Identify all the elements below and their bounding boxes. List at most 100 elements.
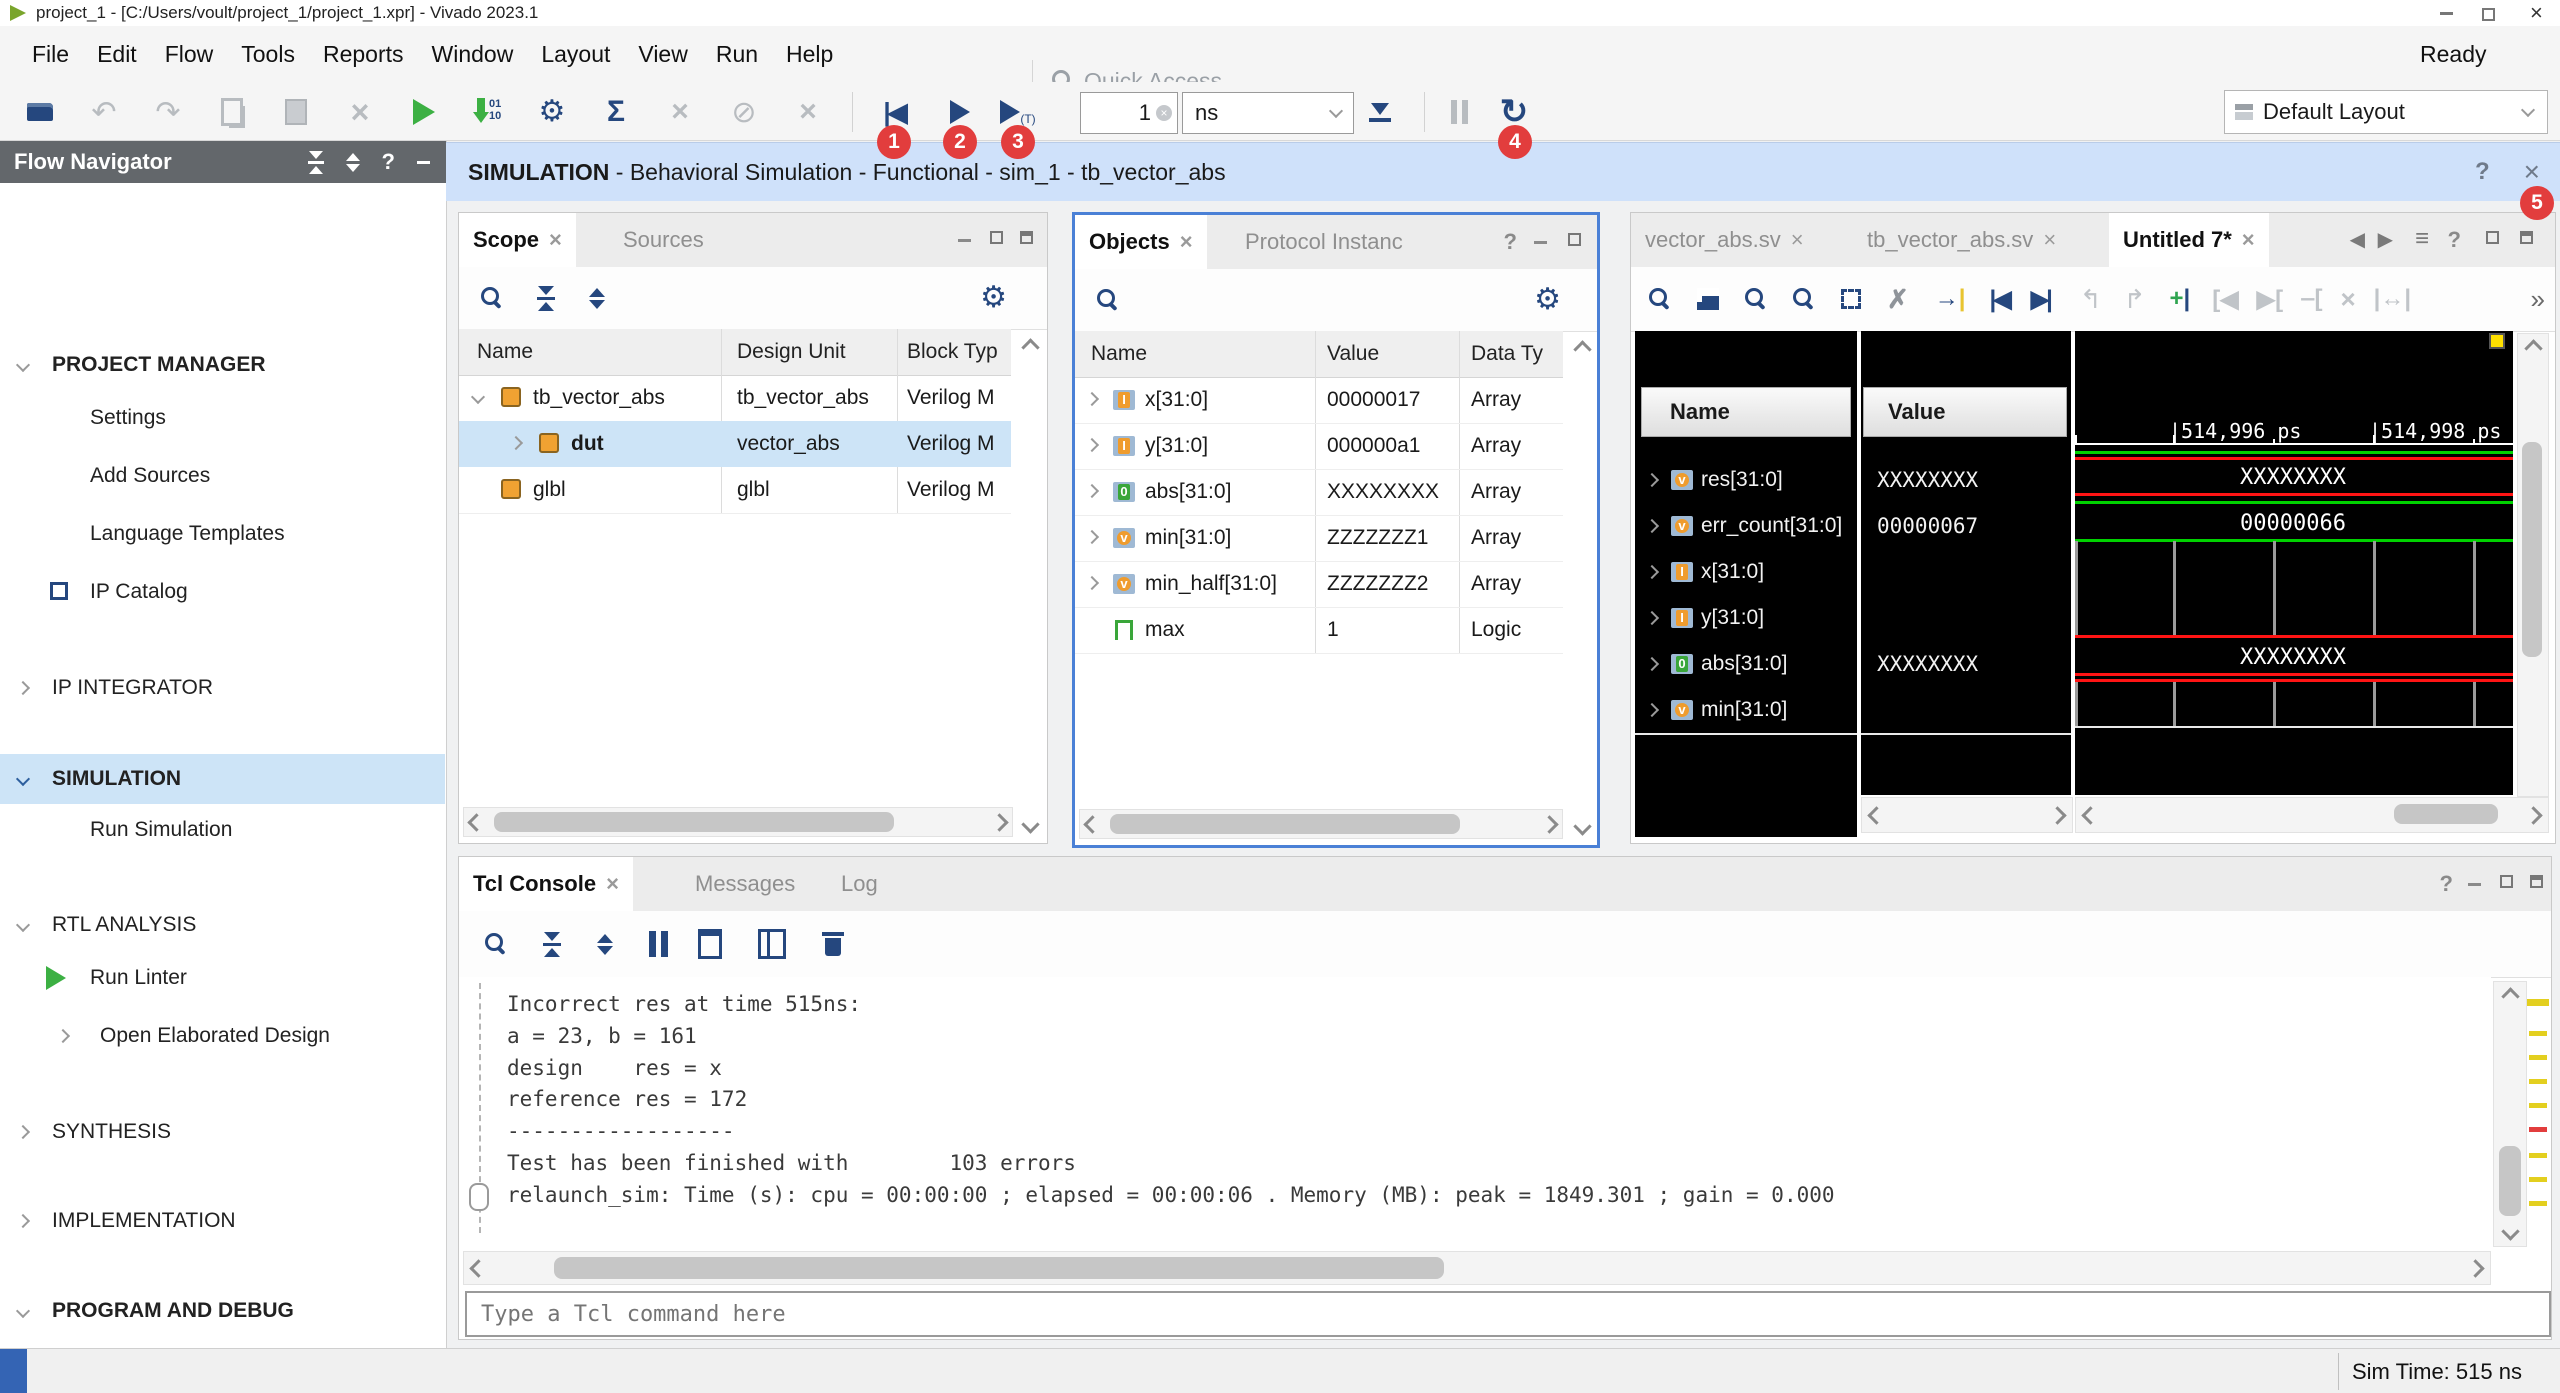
col-value[interactable]: Value xyxy=(1327,331,1379,377)
console-h-scrollbar[interactable] xyxy=(463,1251,2491,1285)
wave-signal-min[interactable]: v min[31:0] xyxy=(1635,687,1857,733)
tcl-command-input[interactable] xyxy=(465,1291,2551,1337)
expand-all-icon[interactable] xyxy=(597,934,613,955)
swap-after-icon[interactable]: ↱ xyxy=(2124,284,2146,315)
overflow-icon[interactable]: » xyxy=(2531,284,2545,315)
search-icon[interactable] xyxy=(481,287,503,309)
scroll-up-arrow[interactable] xyxy=(2501,987,2519,1005)
col-name[interactable]: Name xyxy=(1670,399,1730,424)
object-row-y[interactable]: I y[31:0] 000000a1 Array xyxy=(1075,423,1563,470)
scroll-left-arrow[interactable] xyxy=(469,1259,487,1277)
zoom-in-icon[interactable] xyxy=(1745,288,1767,310)
wave-h-scrollbar[interactable] xyxy=(2075,797,2549,833)
close-icon[interactable]: × xyxy=(596,871,619,896)
sidebar-section-synthesis[interactable]: SYNTHESIS xyxy=(0,1110,445,1154)
tab-log[interactable]: Log xyxy=(827,857,892,911)
object-row-x[interactable]: I x[31:0] 00000017 Array xyxy=(1075,377,1563,424)
expand-icon[interactable] xyxy=(1085,576,1099,590)
scroll-up-arrow[interactable] xyxy=(2524,339,2542,357)
wave-signal-y[interactable]: I y[31:0] xyxy=(1635,595,1857,641)
maximize-panel-icon[interactable] xyxy=(1568,233,1581,251)
wave-v-scrollbar[interactable] xyxy=(2517,333,2549,797)
copy-icon[interactable] xyxy=(698,929,722,959)
scroll-down-arrow[interactable] xyxy=(1021,815,1039,833)
close-icon[interactable]: × xyxy=(2524,156,2540,188)
console-v-scrollbar[interactable] xyxy=(2493,981,2527,1247)
sim-time-value[interactable]: 1 xyxy=(1081,100,1151,126)
menu-edit[interactable]: Edit xyxy=(83,26,151,82)
object-row-abs[interactable]: 0 abs[31:0] XXXXXXXX Array xyxy=(1075,469,1563,516)
tab-objects[interactable]: Objects× xyxy=(1075,215,1207,269)
expand-icon[interactable] xyxy=(1085,484,1099,498)
add-marker-icon[interactable]: +| xyxy=(2169,285,2190,313)
tab-scroll-right-icon[interactable]: ▶ xyxy=(2378,227,2393,252)
minimize-panel-icon[interactable] xyxy=(417,161,430,164)
minimize-panel-icon[interactable] xyxy=(958,239,971,242)
values-h-scrollbar[interactable] xyxy=(1861,797,2073,833)
maximize-panel-icon[interactable] xyxy=(990,231,1003,249)
delete-icon[interactable]: × xyxy=(2340,284,2355,315)
search-icon[interactable] xyxy=(485,933,507,955)
sidebar-item-open-elaborated-design[interactable]: Open Elaborated Design xyxy=(0,1014,445,1058)
layout-select[interactable]: Default Layout xyxy=(2224,90,2548,134)
sidebar-section-program-and-debug[interactable]: PROGRAM AND DEBUG xyxy=(0,1289,445,1333)
run-button[interactable] xyxy=(402,92,446,132)
expand-icon[interactable] xyxy=(1085,392,1099,406)
wave-signal-x[interactable]: I x[31:0] xyxy=(1635,549,1857,595)
scroll-down-arrow[interactable] xyxy=(2501,1222,2519,1240)
open-project-button[interactable] xyxy=(18,92,62,132)
remove-marker-icon[interactable]: ‒[ xyxy=(2301,285,2322,313)
crosshair-off-icon[interactable]: ✗ xyxy=(1887,284,1909,315)
wave-signal-err-count[interactable]: v err_count[31:0] xyxy=(1635,503,1857,549)
collapse-all-icon[interactable] xyxy=(543,932,561,957)
collapse-all-icon[interactable] xyxy=(308,151,324,174)
wave-signal-abs[interactable]: 0 abs[31:0] xyxy=(1635,641,1857,687)
next-transition-icon[interactable]: ▶| xyxy=(2031,285,2050,314)
close-icon[interactable]: × xyxy=(539,227,562,252)
trash-icon[interactable] xyxy=(822,932,844,956)
fold-handle-icon[interactable] xyxy=(469,1183,489,1211)
float-panel-icon[interactable] xyxy=(1020,231,1033,249)
help-icon[interactable]: ? xyxy=(1504,229,1517,255)
tab-tcl-console[interactable]: Tcl Console× xyxy=(459,857,633,911)
tab-messages[interactable]: Messages xyxy=(681,857,809,911)
scroll-left-arrow[interactable] xyxy=(1867,806,1885,824)
tab-tb-vector-abs-sv[interactable]: tb_vector_abs.sv× xyxy=(1853,213,2070,267)
fit-width-icon[interactable]: |↔| xyxy=(2374,285,2411,313)
tab-untitled-7[interactable]: Untitled 7*× xyxy=(2109,213,2269,267)
minimize-panel-icon[interactable] xyxy=(2468,883,2481,886)
h-scrollbar[interactable] xyxy=(1079,809,1563,839)
tab-vector-abs-sv[interactable]: vector_abs.sv× xyxy=(1631,213,1818,267)
expand-icon[interactable] xyxy=(509,436,523,450)
wave-plot-area[interactable]: |514,996 ps |514,998 ps XXXXXXXX 0000006… xyxy=(2075,331,2513,795)
search-icon[interactable] xyxy=(1097,289,1119,311)
delete-button[interactable]: × xyxy=(338,92,382,132)
paste-button[interactable] xyxy=(274,92,318,132)
sidebar-section-simulation[interactable]: SIMULATION xyxy=(0,754,445,804)
menu-window[interactable]: Window xyxy=(418,26,528,82)
zoom-out-icon[interactable] xyxy=(1793,288,1815,310)
close-icon[interactable]: × xyxy=(1170,229,1193,254)
collapse-all-icon[interactable] xyxy=(537,286,555,311)
sidebar-item-add-sources[interactable]: Add Sources xyxy=(0,454,445,498)
maximize-panel-icon[interactable] xyxy=(2500,875,2513,893)
sidebar-item-language-templates[interactable]: Language Templates xyxy=(0,512,445,556)
object-row-min[interactable]: v min[31:0] ZZZZZZZ1 Array xyxy=(1075,515,1563,562)
help-icon[interactable]: ? xyxy=(382,149,395,175)
maximize-panel-icon[interactable] xyxy=(2486,231,2499,249)
zoom-fit-icon[interactable] xyxy=(1841,289,1861,309)
scroll-right-arrow[interactable] xyxy=(990,813,1008,831)
menu-reports[interactable]: Reports xyxy=(309,26,418,82)
h-scrollbar[interactable] xyxy=(463,807,1013,837)
help-icon[interactable]: ? xyxy=(2448,227,2461,253)
scope-row-tb[interactable]: tb_vector_abs tb_vector_abs Verilog M xyxy=(459,375,1011,422)
tab-menu-icon[interactable]: ≡ xyxy=(2415,225,2429,253)
marker-prev-icon[interactable]: [◀ xyxy=(2212,285,2238,314)
scroll-right-arrow[interactable] xyxy=(2466,1259,2484,1277)
page-columns-icon[interactable] xyxy=(758,929,786,959)
clear-icon[interactable]: × xyxy=(1156,105,1172,121)
gear-icon[interactable]: ⚙ xyxy=(980,283,1007,313)
sidebar-item-run-linter[interactable]: Run Linter xyxy=(0,956,445,1000)
sidebar-item-run-simulation[interactable]: Run Simulation xyxy=(0,808,445,852)
sim-time-unit-select[interactable]: ns xyxy=(1182,92,1354,134)
